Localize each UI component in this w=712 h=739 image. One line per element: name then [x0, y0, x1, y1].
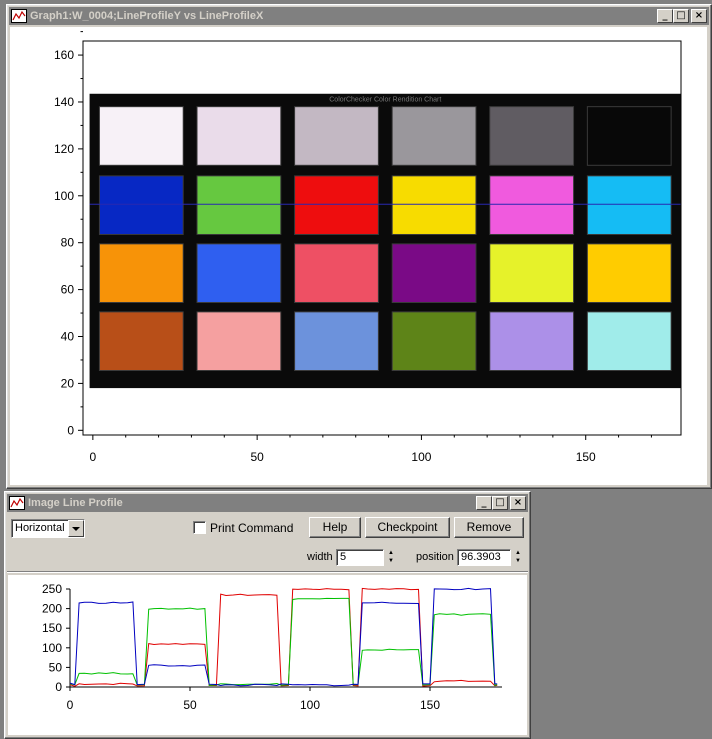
- x-tick-label: 150: [420, 698, 440, 712]
- image-caption: ColorChecker Color Rendition Chart: [329, 96, 441, 103]
- down-arrow-icon[interactable]: ▼: [386, 557, 396, 565]
- down-arrow-icon[interactable]: ▼: [513, 557, 523, 565]
- up-arrow-icon[interactable]: ▲: [386, 549, 396, 557]
- x-tick-label: 150: [576, 450, 596, 464]
- color-swatch: [196, 106, 282, 166]
- close-button[interactable]: ×: [691, 9, 707, 23]
- profile-chart[interactable]: 0 50 100 150 200 250 0 50 100 150: [8, 575, 527, 735]
- y-tick-label: 120: [54, 142, 74, 156]
- color-swatch: [98, 175, 184, 235]
- y-tick-label: 150: [42, 621, 62, 635]
- profile-divider: [7, 571, 528, 573]
- color-swatch: [98, 243, 184, 303]
- y-tick-label: 40: [61, 330, 75, 344]
- y-tick-label: 250: [42, 582, 62, 596]
- graph-window-title: Graph1:W_0004;LineProfileY vs LineProfil…: [30, 10, 264, 22]
- color-swatch: [98, 311, 184, 372]
- print-command-checkbox[interactable]: [193, 521, 206, 534]
- x-tick-label: 0: [90, 450, 97, 464]
- graph-plot[interactable]: ColorChecker Color Rendition Chart 0 20 40 6…: [10, 27, 707, 485]
- y-tick-label: 140: [54, 95, 74, 109]
- color-swatch: [586, 311, 672, 372]
- width-stepper[interactable]: ▲ ▼: [386, 549, 396, 566]
- y-tick-label: 0: [55, 680, 62, 694]
- color-swatch: [489, 106, 575, 166]
- color-swatch: [391, 175, 477, 235]
- position-field[interactable]: 96.3903: [457, 549, 511, 566]
- color-swatch: [586, 175, 672, 235]
- x-tick-label: 100: [411, 450, 431, 464]
- profile-minimize-button[interactable]: _: [476, 496, 492, 510]
- up-arrow-icon[interactable]: ▲: [513, 549, 523, 557]
- y-tick-label: 160: [54, 48, 74, 62]
- checkpoint-button[interactable]: Checkpoint: [365, 517, 450, 538]
- profile-close-button[interactable]: ×: [510, 496, 526, 510]
- color-swatch: [391, 311, 477, 372]
- y-tick-label: 60: [61, 283, 75, 297]
- print-command-label: Print Command: [210, 521, 294, 535]
- color-swatch: [489, 175, 575, 235]
- color-swatch: [586, 243, 672, 303]
- color-swatch: [98, 106, 184, 166]
- maximize-button[interactable]: □: [673, 9, 689, 23]
- y-tick-label: 50: [49, 660, 63, 674]
- color-swatch: [294, 106, 379, 166]
- y-tick-label: 100: [42, 641, 62, 655]
- color-swatch: [294, 175, 379, 235]
- color-swatch: [489, 243, 575, 303]
- position-label: position: [416, 551, 454, 563]
- graph-window-icon: [11, 9, 27, 23]
- position-stepper[interactable]: ▲ ▼: [513, 549, 523, 566]
- minimize-button[interactable]: _: [657, 9, 673, 23]
- y-tick-label: 80: [61, 236, 75, 250]
- color-swatch: [196, 243, 282, 303]
- profile-window: Image Line Profile _ □ × Horizontal Prin…: [4, 491, 531, 739]
- graph-window: Graph1:W_0004;LineProfileY vs LineProfil…: [6, 4, 712, 489]
- y-tick-label: 100: [54, 189, 74, 203]
- color-swatch: [196, 311, 282, 372]
- help-button[interactable]: Help: [309, 517, 361, 538]
- color-swatch: [586, 106, 672, 166]
- profile-canvas: 0 50 100 150 200 250 0 50 100 150: [8, 575, 527, 735]
- width-field[interactable]: 5: [336, 549, 384, 566]
- dropdown-arrow-icon[interactable]: [68, 520, 84, 537]
- color-swatch: [196, 175, 282, 235]
- profile-window-icon: [9, 496, 25, 510]
- y-tick-label: 200: [42, 602, 62, 616]
- color-swatch: [391, 243, 477, 303]
- color-swatch: [294, 243, 379, 303]
- y-tick-label: 0: [67, 423, 74, 437]
- profile-titlebar[interactable]: Image Line Profile _ □ ×: [7, 494, 528, 512]
- y-tick-label: 20: [61, 376, 75, 390]
- color-swatch: [391, 106, 477, 166]
- orientation-value: Horizontal: [15, 522, 65, 534]
- x-tick-label: 50: [250, 450, 264, 464]
- orientation-select[interactable]: Horizontal: [11, 519, 85, 538]
- profile-maximize-button[interactable]: □: [492, 496, 508, 510]
- x-tick-label: 0: [67, 698, 74, 712]
- width-label: width: [307, 551, 333, 563]
- color-swatch: [294, 311, 379, 372]
- x-tick-label: 50: [183, 698, 197, 712]
- remove-button[interactable]: Remove: [454, 517, 524, 538]
- profile-window-title: Image Line Profile: [28, 497, 123, 509]
- x-tick-label: 100: [300, 698, 320, 712]
- graph-canvas: ColorChecker Color Rendition Chart 0 20 40 6…: [10, 27, 707, 485]
- color-swatch: [489, 311, 575, 372]
- graph-titlebar[interactable]: Graph1:W_0004;LineProfileY vs LineProfil…: [9, 7, 709, 25]
